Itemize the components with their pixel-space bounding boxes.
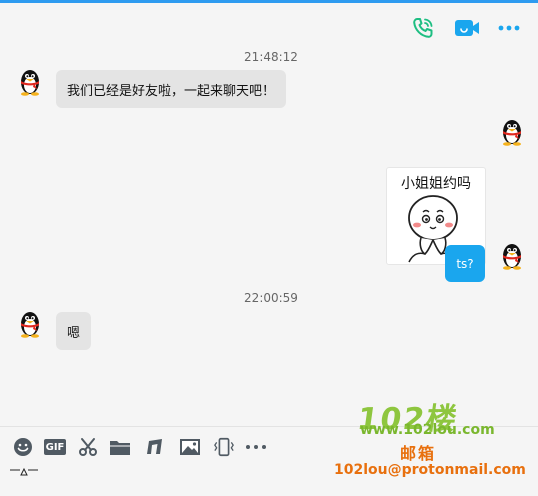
contact-avatar[interactable]: [16, 309, 44, 339]
incoming-message[interactable]: 我们已经是好友啦，一起来聊天吧！: [56, 70, 287, 108]
self-avatar[interactable]: [498, 117, 526, 147]
folder-icon[interactable]: [109, 437, 131, 457]
shake-icon[interactable]: [213, 437, 235, 457]
incoming-message[interactable]: 嗯: [56, 312, 92, 350]
watermark-url: www.102lou.com: [360, 422, 495, 438]
image-icon[interactable]: [179, 437, 201, 457]
music-icon[interactable]: [144, 437, 166, 457]
self-avatar[interactable]: [498, 241, 526, 271]
message-list[interactable]: 21:48:12 我们已经是好友啦，一起来聊天吧！ 小姐姐约吗 ts? 22:0…: [0, 45, 538, 423]
watermark-mail-label: 邮箱: [400, 444, 437, 463]
watermark-mail: 102lou@protonmail.com: [334, 462, 526, 478]
sticker-caption: 小姐姐约吗: [401, 176, 471, 192]
video-call-icon[interactable]: [454, 15, 480, 41]
emoji-icon[interactable]: [12, 437, 34, 457]
gif-label: GIF: [44, 439, 66, 455]
more-icon[interactable]: [245, 437, 267, 457]
watermark: 102楼 www.102lou.com 邮箱 102lou@protonmail…: [328, 380, 538, 496]
text-caret-icon: [10, 467, 38, 476]
contact-avatar[interactable]: [16, 67, 44, 97]
outgoing-message[interactable]: ts?: [445, 245, 485, 282]
phone-call-icon[interactable]: [410, 15, 436, 41]
timestamp: 21:48:12: [244, 50, 298, 64]
timestamp: 22:00:59: [244, 291, 298, 305]
more-options-icon[interactable]: [496, 15, 522, 41]
gif-icon[interactable]: GIF: [43, 437, 67, 457]
scissors-icon[interactable]: [77, 437, 99, 457]
chat-header: [0, 3, 538, 45]
